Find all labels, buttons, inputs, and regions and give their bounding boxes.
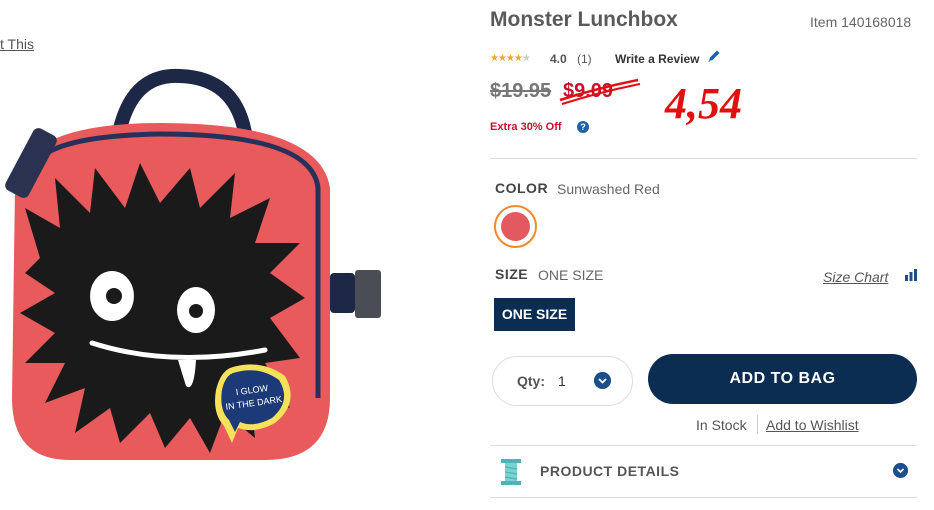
help-icon[interactable]: ?	[577, 121, 589, 133]
rating-stars: ★★★★★	[490, 53, 531, 64]
color-value: Sunwashed Red	[557, 181, 660, 197]
star-icon: ★	[521, 53, 531, 64]
review-count[interactable]: (1)	[577, 52, 592, 66]
divider	[757, 415, 758, 434]
chevron-down-icon[interactable]	[893, 463, 908, 478]
size-label: SIZE	[495, 266, 529, 282]
rating-value: 4.0	[550, 52, 567, 66]
qty-value[interactable]: 1	[558, 373, 566, 389]
divider	[490, 158, 917, 159]
handwritten-price-note: 4,54	[665, 79, 742, 128]
chevron-down-icon[interactable]	[594, 372, 611, 389]
handwritten-strike	[559, 78, 641, 105]
product-details-toggle[interactable]: PRODUCT DETAILS	[540, 463, 679, 479]
write-review-link[interactable]: Write a Review	[615, 52, 699, 66]
thread-spool-icon	[501, 459, 521, 485]
color-swatch-selected[interactable]	[494, 205, 537, 248]
bar-chart-icon[interactable]	[904, 269, 918, 281]
size-value: ONE SIZE	[538, 267, 604, 283]
product-title: Monster Lunchbox	[490, 8, 678, 31]
item-number: Item 140168018	[810, 14, 912, 30]
add-to-wishlist-link[interactable]: Add to Wishlist	[766, 417, 859, 433]
promo-text: Extra 30% Off	[490, 121, 562, 133]
color-label: COLOR	[495, 180, 549, 196]
stock-status: In Stock	[696, 417, 747, 433]
divider	[490, 445, 917, 446]
color-swatch[interactable]	[501, 212, 530, 241]
original-price: $19.95	[490, 80, 552, 102]
product-image: I GLOW IN THE DARK	[5, 68, 381, 460]
add-to-bag-button[interactable]: ADD TO BAG	[648, 354, 917, 404]
size-chart-link[interactable]: Size Chart	[823, 269, 888, 285]
divider	[490, 497, 917, 498]
pin-it-link[interactable]: t This	[0, 36, 34, 52]
size-option-button[interactable]: ONE SIZE	[494, 298, 575, 331]
star-icon: ★★★★	[490, 53, 523, 64]
pencil-icon[interactable]	[706, 48, 722, 64]
qty-label: Qty:	[517, 373, 545, 389]
